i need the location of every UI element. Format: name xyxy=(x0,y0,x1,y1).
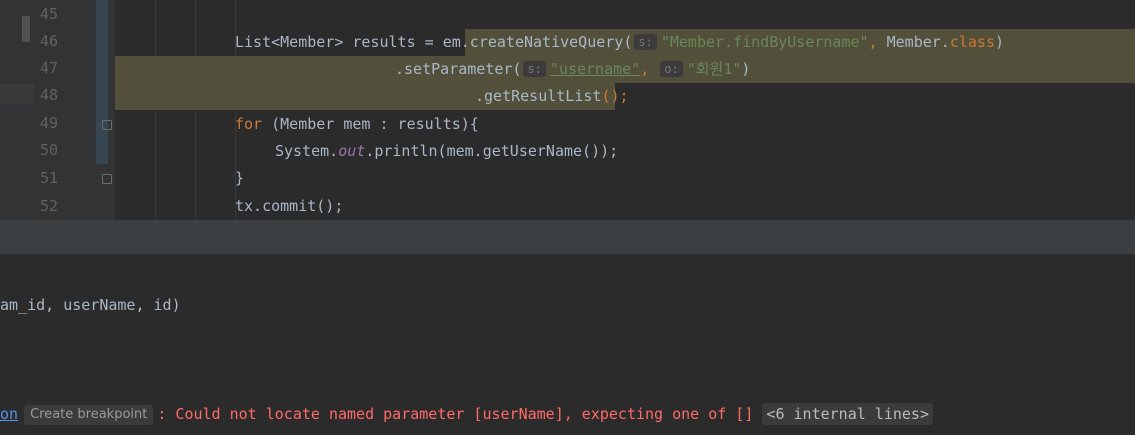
code-line-52[interactable]: tx.commit(); xyxy=(235,193,343,220)
string-literal: "Member.findByUsername" xyxy=(660,33,869,51)
code-token: , xyxy=(868,33,887,51)
line-number: 49 xyxy=(40,114,59,132)
code-token: .println(mem.getUserName()); xyxy=(365,142,619,160)
code-token: .getResultList xyxy=(475,87,602,105)
parameter-hint: s: xyxy=(634,34,657,50)
parameter-hint: s: xyxy=(523,61,546,77)
create-breakpoint-button[interactable]: Create breakpoint xyxy=(24,405,154,425)
parameter-hint: o: xyxy=(660,61,683,77)
code-token: , xyxy=(640,60,659,78)
code-token: .setParameter( xyxy=(395,60,522,78)
line-number: 46 xyxy=(40,32,59,50)
line-number: 50 xyxy=(40,141,59,159)
internal-lines-toggle[interactable]: <6 internal lines> xyxy=(762,403,933,425)
fold-start-icon[interactable] xyxy=(102,120,112,130)
fold-end-icon[interactable] xyxy=(102,174,112,184)
code-token: ) xyxy=(741,60,751,78)
run-console[interactable]: am_id, userName, id) on Create breakpoint… xyxy=(0,254,1135,435)
code-editor[interactable]: 45 46 47 48 49 50 51 52 List<Member> res… xyxy=(0,0,1135,220)
indent-guide xyxy=(155,0,156,220)
indent-guide xyxy=(195,0,196,220)
vcs-change-marker[interactable] xyxy=(96,0,108,164)
gutter-current-line-marker xyxy=(0,84,34,104)
keyword: for xyxy=(235,115,263,133)
code-line-49[interactable]: for (Member mem : results){ xyxy=(235,111,479,138)
line-number: 52 xyxy=(40,197,59,215)
code-token: ) xyxy=(994,33,1005,51)
line-number: 47 xyxy=(40,59,59,77)
code-token: List<Member> results = xyxy=(235,33,443,51)
code-line-47[interactable]: .setParameter(s: "username", o: "회원1") xyxy=(395,56,750,83)
console-line: am_id, userName, id) xyxy=(0,296,181,314)
static-field: out xyxy=(338,142,366,160)
code-line-46[interactable]: List<Member> results = em.createNativeQu… xyxy=(235,29,1004,56)
code-token: Member. xyxy=(886,33,950,51)
code-line-50[interactable]: System.out.println(mem.getUserName()); xyxy=(275,138,618,165)
code-token: System. xyxy=(275,142,339,160)
keyword: class xyxy=(949,33,995,51)
string-literal: "username" xyxy=(549,60,641,78)
line-number: 45 xyxy=(40,5,59,23)
line-number: 51 xyxy=(40,169,59,187)
stacktrace-link[interactable]: on xyxy=(0,405,18,423)
string-literal: "회원1" xyxy=(686,60,742,78)
code-token: (); xyxy=(601,87,629,105)
code-token: em.createNativeQuery( xyxy=(442,33,633,51)
gutter-stripe xyxy=(22,16,30,42)
code-line-51[interactable]: } xyxy=(235,165,244,192)
error-message: : Could not locate named parameter [user… xyxy=(157,405,754,423)
code-line-48[interactable]: .getResultList(); xyxy=(475,83,629,110)
line-number: 48 xyxy=(40,86,59,104)
code-token: (Member mem : results){ xyxy=(262,115,479,133)
console-error-line: on Create breakpoint: Could not locate na… xyxy=(0,401,933,427)
panel-splitter[interactable] xyxy=(0,220,1135,254)
editor-gutter: 45 46 47 48 49 50 51 52 xyxy=(0,0,115,220)
